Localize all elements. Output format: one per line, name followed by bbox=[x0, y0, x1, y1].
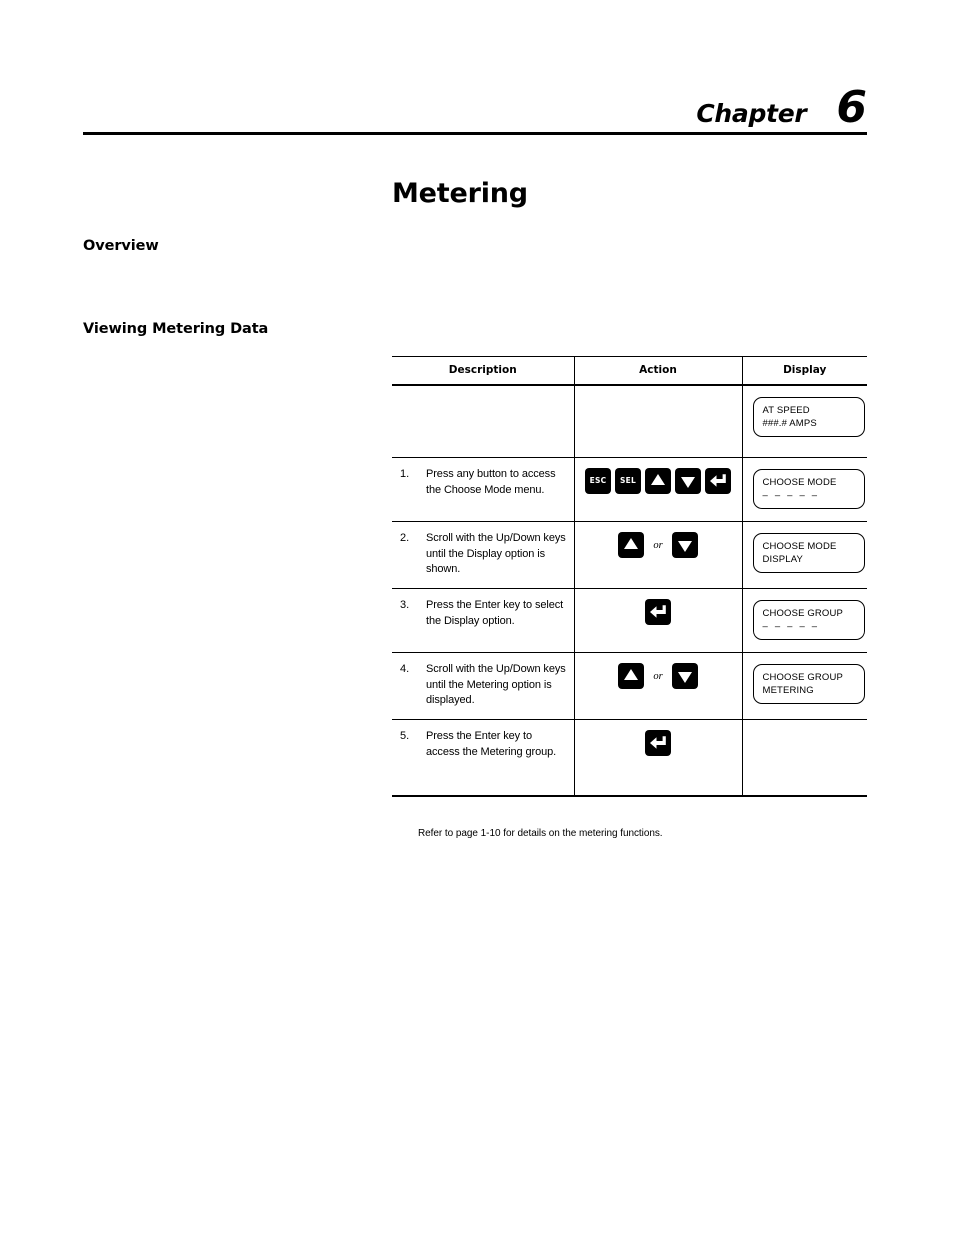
section-heading-overview: Overview bbox=[83, 238, 159, 254]
enter-key[interactable] bbox=[705, 468, 731, 494]
cell-description: 4. Scroll with the Up/Down keys until the… bbox=[392, 652, 574, 721]
keypad-button-group: ESC SEL bbox=[581, 468, 736, 494]
column-header-description: Description bbox=[392, 356, 574, 386]
keypad-button-group bbox=[581, 599, 736, 626]
table-row: 1. Press any button to access the Choose … bbox=[392, 457, 867, 523]
cell-display: CHOOSE GROUP – – – – – bbox=[741, 588, 867, 654]
keypad-button-group bbox=[581, 396, 736, 422]
cell-action bbox=[573, 385, 742, 458]
lcd-line-2: – – – – – bbox=[762, 621, 820, 633]
enter-key[interactable] bbox=[645, 730, 671, 757]
keypad-button-group: or bbox=[581, 532, 736, 559]
lcd-line-1: CHOOSE GROUP bbox=[762, 672, 843, 684]
lcd-line-2: – – – – – bbox=[762, 490, 820, 502]
cell-display: CHOOSE GROUP METERING bbox=[741, 652, 867, 721]
page-title: Metering bbox=[392, 178, 528, 209]
cell-display: AT SPEED ###.# AMPS bbox=[741, 385, 867, 458]
table-row: 4. Scroll with the Up/Down keys until the… bbox=[392, 652, 867, 721]
step-number: 4. bbox=[400, 663, 410, 676]
lcd-display-panel: CHOOSE GROUP – – – – – bbox=[752, 600, 865, 641]
step-number: 2. bbox=[400, 532, 410, 545]
down-arrow-key[interactable] bbox=[671, 663, 698, 690]
step-number: 3. bbox=[400, 599, 410, 612]
cell-description: 5. Press the Enter key to access the Mete… bbox=[392, 719, 574, 798]
cell-description: 3. Press the Enter key to select the Disp… bbox=[392, 588, 574, 654]
step-number: 1. bbox=[400, 468, 410, 480]
step-description: Scroll with the Up/Down keys until the D… bbox=[426, 532, 566, 576]
column-header-action: Action bbox=[573, 356, 742, 386]
header-divider-rule bbox=[83, 132, 867, 135]
lcd-display-panel: CHOOSE MODE DISPLAY bbox=[752, 533, 865, 574]
esc-key-label: ESC bbox=[589, 476, 607, 486]
cell-description bbox=[392, 385, 574, 458]
or-separator-label: or bbox=[653, 539, 663, 551]
up-arrow-key[interactable] bbox=[618, 663, 645, 690]
chapter-number: 6 bbox=[836, 82, 867, 133]
viewing-metering-data-table: Description Action Display AT SPEED ###.#… bbox=[392, 356, 867, 798]
lcd-display-panel: AT SPEED ###.# AMPS bbox=[752, 397, 865, 438]
table-row: 3. Press the Enter key to select the Disp… bbox=[392, 588, 867, 654]
step-description: Scroll with the Up/Down keys until the M… bbox=[426, 663, 566, 707]
cell-action bbox=[573, 588, 742, 654]
cell-action: ESC SEL bbox=[573, 457, 742, 523]
down-arrow-key[interactable] bbox=[671, 532, 698, 559]
table-header-row: Description Action Display bbox=[392, 356, 867, 386]
step-number: 5. bbox=[400, 730, 410, 743]
cell-action: or bbox=[573, 521, 742, 590]
lcd-line-1: CHOOSE MODE bbox=[762, 541, 837, 553]
lcd-line-1: CHOOSE MODE bbox=[762, 477, 837, 488]
table-row: 5. Press the Enter key to access the Mete… bbox=[392, 719, 867, 798]
esc-key[interactable]: ESC bbox=[585, 468, 611, 494]
sel-key-label: SEL bbox=[620, 476, 636, 486]
or-separator-label: or bbox=[653, 670, 663, 682]
enter-key[interactable] bbox=[645, 599, 671, 626]
keypad-button-group: or bbox=[581, 663, 736, 690]
table-row: 2. Scroll with the Up/Down keys until the… bbox=[392, 521, 867, 590]
keypad-button-group bbox=[581, 730, 736, 757]
table-row: AT SPEED ###.# AMPS bbox=[392, 385, 867, 458]
sel-key[interactable]: SEL bbox=[615, 468, 641, 494]
lcd-line-1: CHOOSE GROUP bbox=[762, 608, 843, 620]
cell-action: or bbox=[573, 652, 742, 721]
lcd-display-panel: CHOOSE GROUP METERING bbox=[752, 664, 865, 705]
cell-display: CHOOSE MODE – – – – – bbox=[741, 457, 867, 523]
cell-description: 1. Press any button to access the Choose … bbox=[392, 457, 574, 523]
lcd-display-panel: CHOOSE MODE – – – – – bbox=[752, 469, 865, 510]
lcd-line-2: ###.# AMPS bbox=[762, 418, 817, 430]
down-arrow-key[interactable] bbox=[675, 468, 701, 494]
chapter-label: Chapter bbox=[696, 99, 807, 128]
cell-action bbox=[573, 719, 742, 798]
step-description: Press the Enter key to access the Meteri… bbox=[426, 730, 557, 758]
lcd-line-2: METERING bbox=[762, 685, 814, 697]
section-heading-viewing-metering-data: Viewing Metering Data bbox=[83, 321, 269, 337]
cell-description: 2. Scroll with the Up/Down keys until the… bbox=[392, 521, 574, 590]
cell-display bbox=[741, 719, 867, 798]
step-description: Press any button to access the Choose Mo… bbox=[426, 468, 556, 496]
up-arrow-key[interactable] bbox=[618, 532, 645, 559]
lcd-line-1: AT SPEED bbox=[762, 405, 810, 416]
chapter-header: Chapter 6 bbox=[83, 72, 867, 130]
up-arrow-key[interactable] bbox=[645, 468, 671, 494]
step-description: Press the Enter key to select the Displa… bbox=[426, 599, 564, 627]
table-footnote: Refer to page 1-10 for details on the me… bbox=[418, 828, 663, 839]
cell-display: CHOOSE MODE DISPLAY bbox=[741, 521, 867, 590]
lcd-line-2: DISPLAY bbox=[762, 554, 803, 566]
column-header-display: Display bbox=[741, 356, 867, 386]
